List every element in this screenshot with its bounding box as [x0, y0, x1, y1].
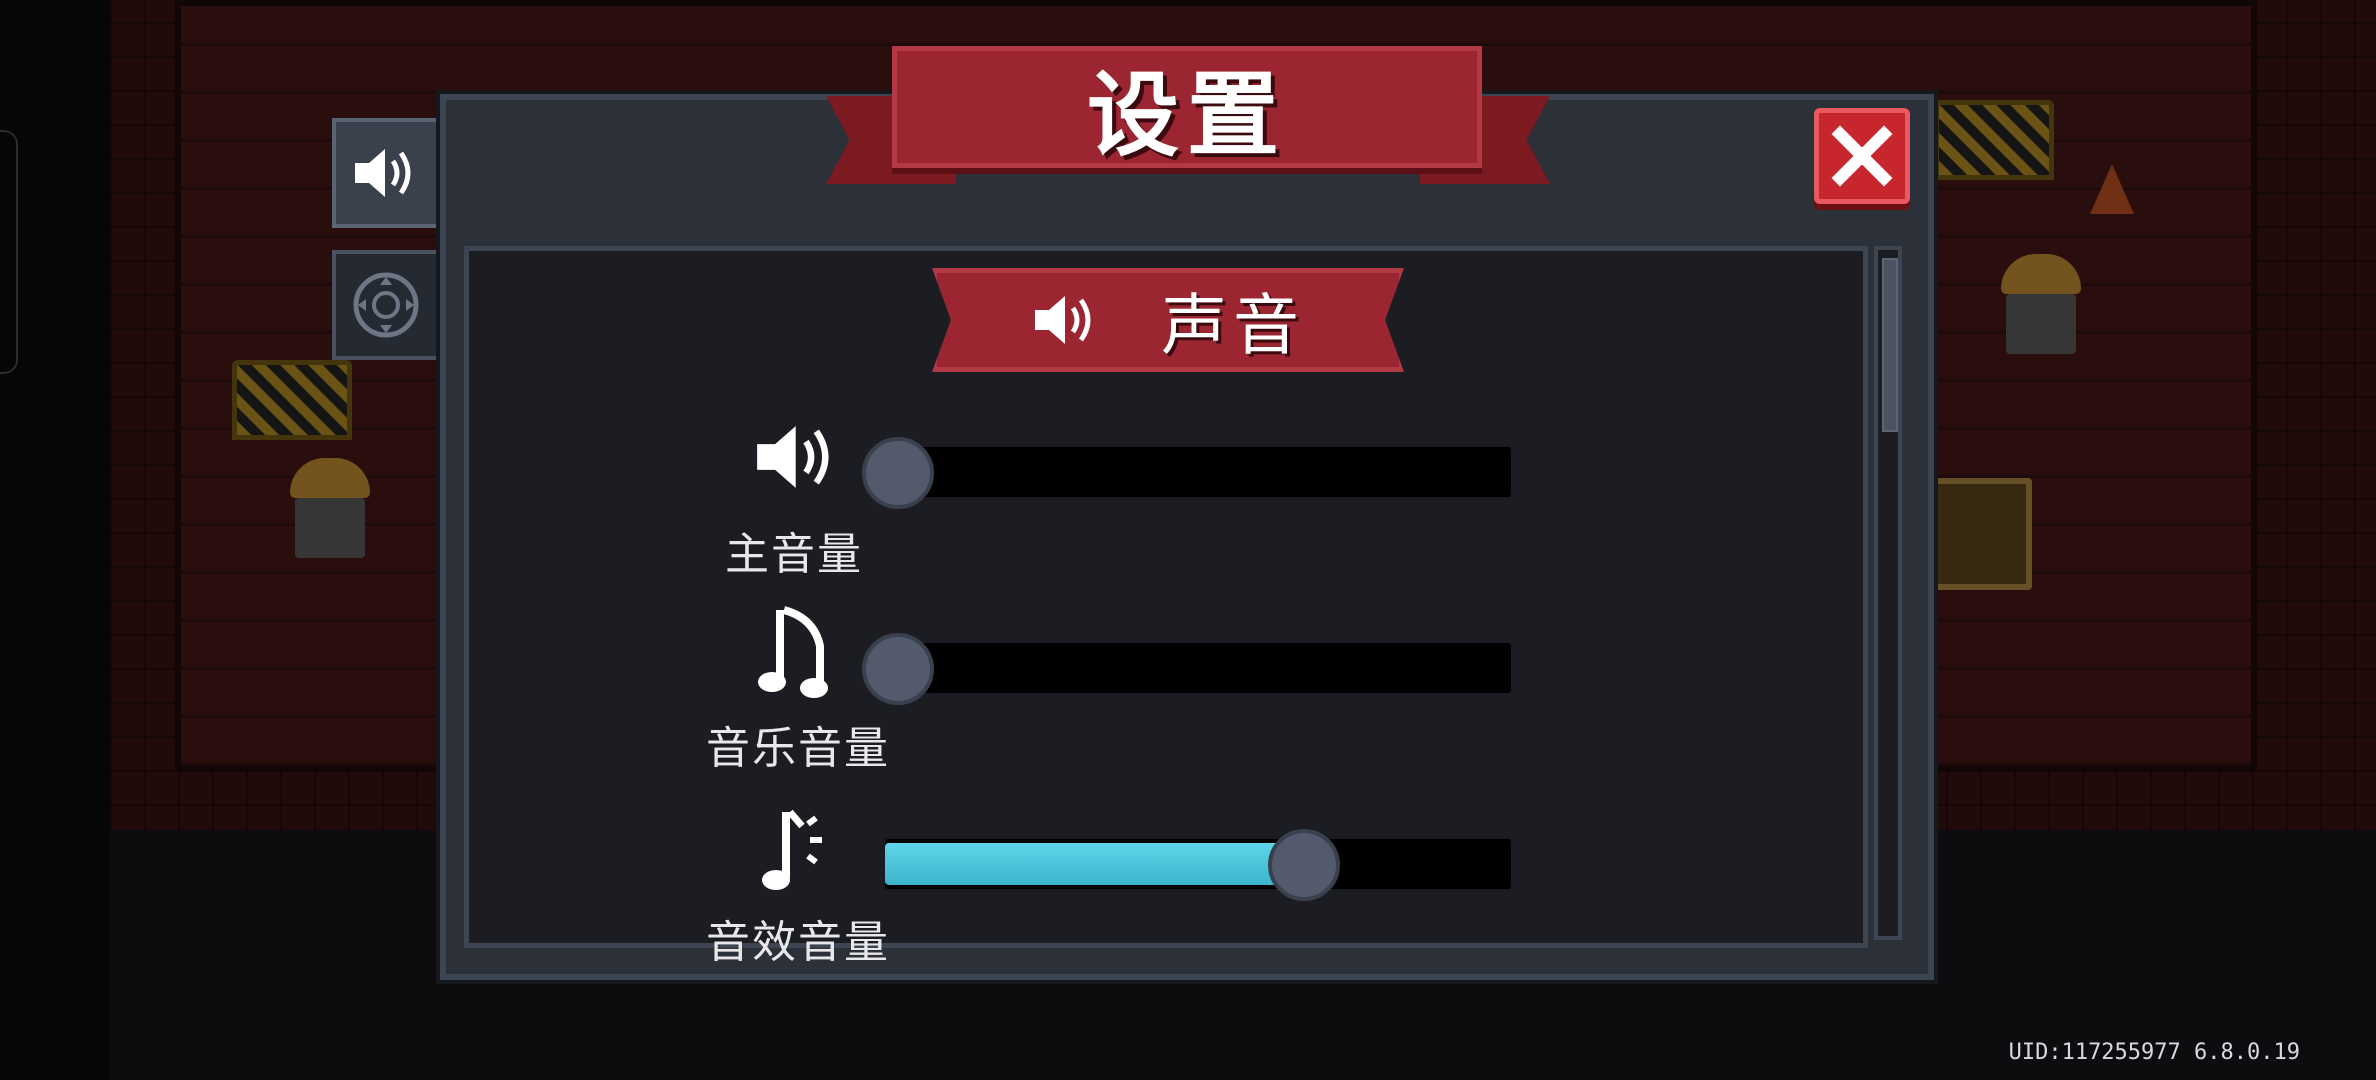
section-ribbon: 声音 — [932, 268, 1404, 372]
speaker-icon — [757, 426, 829, 488]
npc-worker — [1996, 254, 2086, 364]
speaker-icon — [1035, 296, 1091, 344]
sfx-volume-fill — [885, 843, 1305, 885]
barrier-prop — [1934, 100, 2054, 180]
section-title: 声音 — [1161, 287, 1305, 364]
close-button[interactable] — [1814, 108, 1910, 204]
master-volume-label: 主音量 — [725, 529, 863, 580]
tab-sound[interactable] — [332, 118, 440, 228]
music-volume-slider[interactable] — [861, 633, 1514, 705]
sfx-note-icon — [762, 809, 822, 890]
scrollbar-thumb[interactable] — [1882, 258, 1898, 432]
speaker-icon — [355, 149, 411, 197]
master-volume-knob[interactable] — [861, 437, 934, 509]
joystick-icon — [353, 272, 419, 338]
close-x-icon — [1831, 125, 1893, 187]
sfx-volume-knob[interactable] — [1268, 829, 1341, 901]
barrier-prop — [232, 360, 352, 440]
cone-prop — [2090, 164, 2134, 214]
game-screen: 设置 声音 主音量 音乐音量 音效音量 UID:117255977 6.8.0.… — [0, 0, 2376, 1080]
sign-prop — [1930, 478, 2032, 590]
music-note-icon — [758, 606, 828, 698]
master-volume-slider[interactable] — [861, 437, 1514, 509]
scrollbar[interactable] — [1874, 246, 1902, 940]
music-volume-label: 音乐音量 — [706, 723, 890, 774]
title-ribbon: 设置 — [892, 46, 1482, 169]
sfx-volume-label: 音效音量 — [706, 917, 890, 968]
camera-notch — [0, 130, 18, 374]
npc-worker — [285, 458, 375, 568]
dialog-title: 设置 — [1086, 61, 1287, 169]
uid-version-text: UID:117255977 6.8.0.19 — [2008, 1040, 2300, 1065]
tab-controls[interactable] — [332, 250, 440, 360]
music-volume-knob[interactable] — [861, 633, 934, 705]
sfx-volume-slider[interactable] — [882, 829, 1514, 901]
